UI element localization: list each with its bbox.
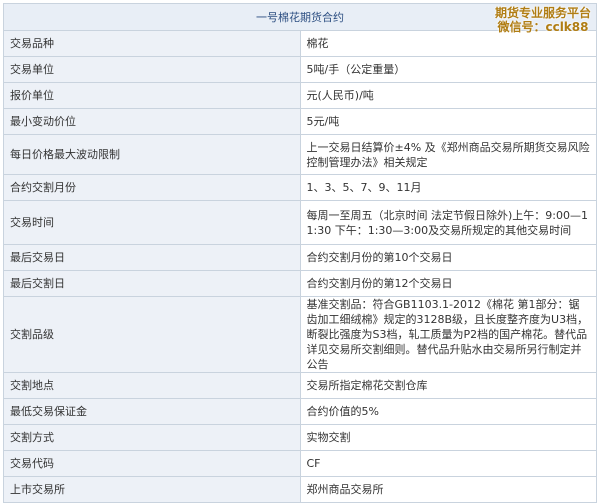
row-value: 合约交割月份的第10个交易日 xyxy=(299,244,597,271)
table-row: 交割品级 基准交割品：符合GB1103.1-2012《棉花 第1部分：锯齿加工细… xyxy=(3,296,597,373)
row-value: 5元/吨 xyxy=(299,108,597,135)
table-row: 合约交割月份 1、3、5、7、9、11月 xyxy=(3,174,597,201)
table-row: 交易品种 棉花 xyxy=(3,30,597,57)
table-row: 上市交易所 郑州商品交易所 xyxy=(3,476,597,503)
row-value: 棉花 xyxy=(299,30,597,57)
row-value: 1、3、5、7、9、11月 xyxy=(299,174,597,201)
row-value: 实物交割 xyxy=(299,424,597,451)
row-label: 合约交割月份 xyxy=(3,174,301,201)
row-label: 上市交易所 xyxy=(3,476,301,503)
table-row: 交易单位 5吨/手（公定重量） xyxy=(3,56,597,83)
table-row: 最后交割日 合约交割月份的第12个交易日 xyxy=(3,270,597,297)
table-row: 交割地点 交易所指定棉花交割仓库 xyxy=(3,372,597,399)
row-value: 郑州商品交易所 xyxy=(299,476,597,503)
row-value: 交易所指定棉花交割仓库 xyxy=(299,372,597,399)
table-row: 最小变动价位 5元/吨 xyxy=(3,108,597,135)
row-label: 最小变动价位 xyxy=(3,108,301,135)
contract-spec-table: 一号棉花期货合约 交易品种 棉花 交易单位 5吨/手（公定重量） 报价单位 元(… xyxy=(3,3,597,503)
row-value: CF xyxy=(299,450,597,477)
row-label: 交易单位 xyxy=(3,56,301,83)
row-label: 交割地点 xyxy=(3,372,301,399)
row-label: 交易品种 xyxy=(3,30,301,57)
row-label: 最低交易保证金 xyxy=(3,398,301,425)
watermark-line-1: 期货专业服务平台 xyxy=(494,6,591,20)
row-label: 最后交易日 xyxy=(3,244,301,271)
watermark: 期货专业服务平台 微信号：cclk88 xyxy=(495,6,591,34)
table-row: 交割方式 实物交割 xyxy=(3,424,597,451)
row-value: 元(人民币)/吨 xyxy=(299,82,597,109)
row-value: 上一交易日结算价±4% 及《郑州商品交易所期货交易风险控制管理办法》相关规定 xyxy=(299,134,597,175)
row-value: 基准交割品：符合GB1103.1-2012《棉花 第1部分：锯齿加工细绒棉》规定… xyxy=(299,296,597,373)
row-label: 报价单位 xyxy=(3,82,301,109)
row-value: 5吨/手（公定重量） xyxy=(299,56,597,83)
table-row: 最后交易日 合约交割月份的第10个交易日 xyxy=(3,244,597,271)
row-label: 交割品级 xyxy=(3,296,301,373)
row-value: 合约价值的5% xyxy=(299,398,597,425)
row-label: 交易时间 xyxy=(3,200,301,245)
table-row: 最低交易保证金 合约价值的5% xyxy=(3,398,597,425)
table-row: 交易时间 每周一至周五（北京时间 法定节假日除外)上午：9:00—11:30 下… xyxy=(3,200,597,245)
row-label: 每日价格最大波动限制 xyxy=(3,134,301,175)
row-label: 交易代码 xyxy=(3,450,301,477)
table-row: 交易代码 CF xyxy=(3,450,597,477)
table-row: 报价单位 元(人民币)/吨 xyxy=(3,82,597,109)
watermark-line-2: 微信号：cclk88 xyxy=(497,20,589,34)
table-row: 每日价格最大波动限制 上一交易日结算价±4% 及《郑州商品交易所期货交易风险控制… xyxy=(3,134,597,175)
row-value: 合约交割月份的第12个交易日 xyxy=(299,270,597,297)
row-label: 交割方式 xyxy=(3,424,301,451)
row-label: 最后交割日 xyxy=(3,270,301,297)
row-value: 每周一至周五（北京时间 法定节假日除外)上午：9:00—11:30 下午：1:3… xyxy=(299,200,597,245)
